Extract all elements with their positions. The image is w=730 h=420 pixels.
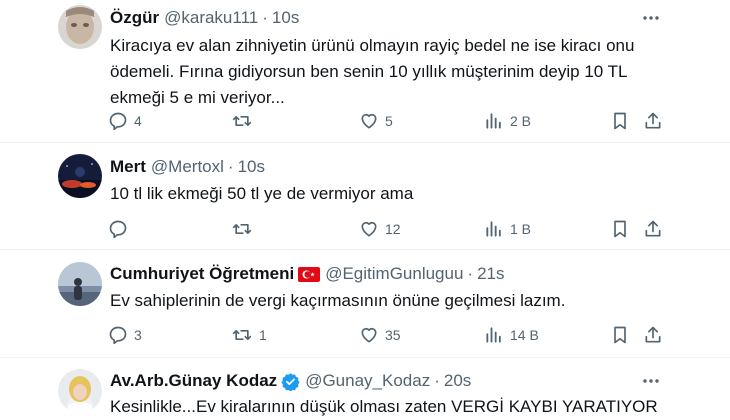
tweet-header: Özgür @karaku111 · 10s [110, 8, 299, 28]
views-button[interactable]: 1 B [484, 217, 531, 241]
tweet[interactable]: Av.Arb.Günay Kodaz @Gunay_Kodaz · 20s Ke… [0, 358, 730, 420]
tweet-text: Kiracıya ev alan zihniyetin ürünü olmayı… [110, 36, 635, 107]
retweet-icon [232, 116, 252, 126]
share-icon [645, 112, 661, 129]
user-handle[interactable]: @Mertoxl [151, 157, 224, 177]
more-options-button[interactable] [640, 371, 662, 391]
display-name[interactable]: Mert [110, 157, 146, 177]
retweet-button[interactable]: 1 [231, 323, 267, 347]
like-button[interactable]: 5 [359, 109, 393, 133]
views-icon [486, 113, 501, 129]
avatar[interactable] [58, 262, 102, 306]
share-icon [645, 220, 661, 237]
tweet-header: Mert @Mertoxl · 10s [110, 157, 265, 177]
tweet-header: Av.Arb.Günay Kodaz @Gunay_Kodaz · 20s [110, 371, 471, 391]
timestamp[interactable]: 20s [444, 371, 471, 391]
share-icon [645, 326, 661, 343]
user-handle[interactable]: @karaku111 [164, 8, 258, 28]
retweet-button[interactable] [231, 109, 259, 133]
bookmark-button[interactable] [611, 217, 629, 241]
turkey-flag-icon [298, 266, 321, 282]
timeline-feed: Özgür @karaku111 · 10s Kiracıya ev alan … [0, 0, 730, 420]
like-count: 12 [385, 221, 401, 237]
bookmark-icon [614, 112, 626, 130]
views-icon [486, 327, 501, 343]
retweet-icon [232, 224, 252, 234]
tweet-text: Kesinlikle...Ev kiralarının düşük olması… [110, 397, 658, 416]
views-icon [486, 221, 501, 237]
like-button[interactable]: 35 [359, 323, 401, 347]
more-options-button[interactable] [640, 8, 662, 28]
display-name[interactable]: Av.Arb.Günay Kodaz [110, 371, 277, 391]
like-button[interactable]: 12 [359, 217, 401, 241]
share-button[interactable] [643, 323, 663, 347]
avatar[interactable] [58, 5, 102, 49]
bookmark-icon [614, 326, 626, 344]
retweet-count: 1 [259, 327, 267, 343]
avatar[interactable] [58, 154, 102, 198]
separator-dot: · [467, 264, 474, 283]
like-count: 35 [385, 327, 401, 343]
user-handle[interactable]: @Gunay_Kodaz [305, 371, 430, 391]
retweet-button[interactable] [231, 217, 259, 241]
tweet[interactable]: Mert @Mertoxl · 10s 10 tl lik ekmeği 50 … [0, 143, 730, 249]
tweet-text: 10 tl lik ekmeği 50 tl ye de vermiyor am… [110, 184, 414, 203]
share-button[interactable] [643, 217, 663, 241]
reply-button[interactable] [108, 217, 134, 241]
bookmark-button[interactable] [611, 323, 629, 347]
separator-dot: · [262, 8, 268, 27]
reply-button[interactable]: 4 [108, 109, 142, 133]
bookmark-button[interactable] [611, 109, 629, 133]
retweet-icon [232, 330, 252, 340]
timestamp[interactable]: 21s [477, 264, 504, 284]
tweet-actions: 12 1 B [108, 217, 668, 241]
timestamp[interactable]: 10s [272, 8, 299, 28]
verified-badge-icon [281, 372, 300, 391]
like-count: 5 [385, 113, 393, 129]
view-count: 2 B [510, 113, 532, 129]
heart-icon [361, 327, 377, 343]
heart-icon [361, 221, 377, 237]
views-button[interactable]: 2 B [484, 109, 531, 133]
timestamp[interactable]: 10s [238, 157, 265, 177]
tweet[interactable]: Özgür @karaku111 · 10s Kiracıya ev alan … [0, 0, 730, 142]
reply-icon [109, 112, 127, 131]
views-button[interactable]: 14 B [484, 323, 539, 347]
more-dots-icon [643, 16, 659, 20]
reply-button[interactable]: 3 [108, 323, 142, 347]
separator-dot: · [434, 371, 440, 390]
view-count: 14 B [510, 327, 539, 343]
share-button[interactable] [643, 109, 663, 133]
more-dots-icon [643, 379, 659, 383]
tweet-actions: 3 1 35 14 B [108, 323, 668, 347]
separator-dot: · [227, 157, 234, 176]
tweet-actions: 4 5 2 B [108, 109, 668, 133]
user-handle[interactable]: @EgitimGunluguu [325, 264, 463, 284]
reply-icon [109, 220, 127, 239]
reply-icon [109, 326, 127, 345]
reply-count: 4 [134, 113, 142, 129]
display-name[interactable]: Özgür [110, 8, 159, 28]
view-count: 1 B [510, 221, 532, 237]
bookmark-icon [614, 220, 626, 238]
reply-count: 3 [134, 327, 142, 343]
avatar[interactable] [58, 369, 102, 413]
tweet[interactable]: Cumhuriyet Öğretmeni @EgitimGunluguu · 2… [0, 250, 730, 357]
display-name[interactable]: Cumhuriyet Öğretmeni [110, 264, 294, 284]
tweet-text: Ev sahiplerinin de vergi kaçırmasının ön… [110, 291, 566, 310]
heart-icon [361, 113, 377, 129]
tweet-header: Cumhuriyet Öğretmeni @EgitimGunluguu · 2… [110, 264, 505, 284]
